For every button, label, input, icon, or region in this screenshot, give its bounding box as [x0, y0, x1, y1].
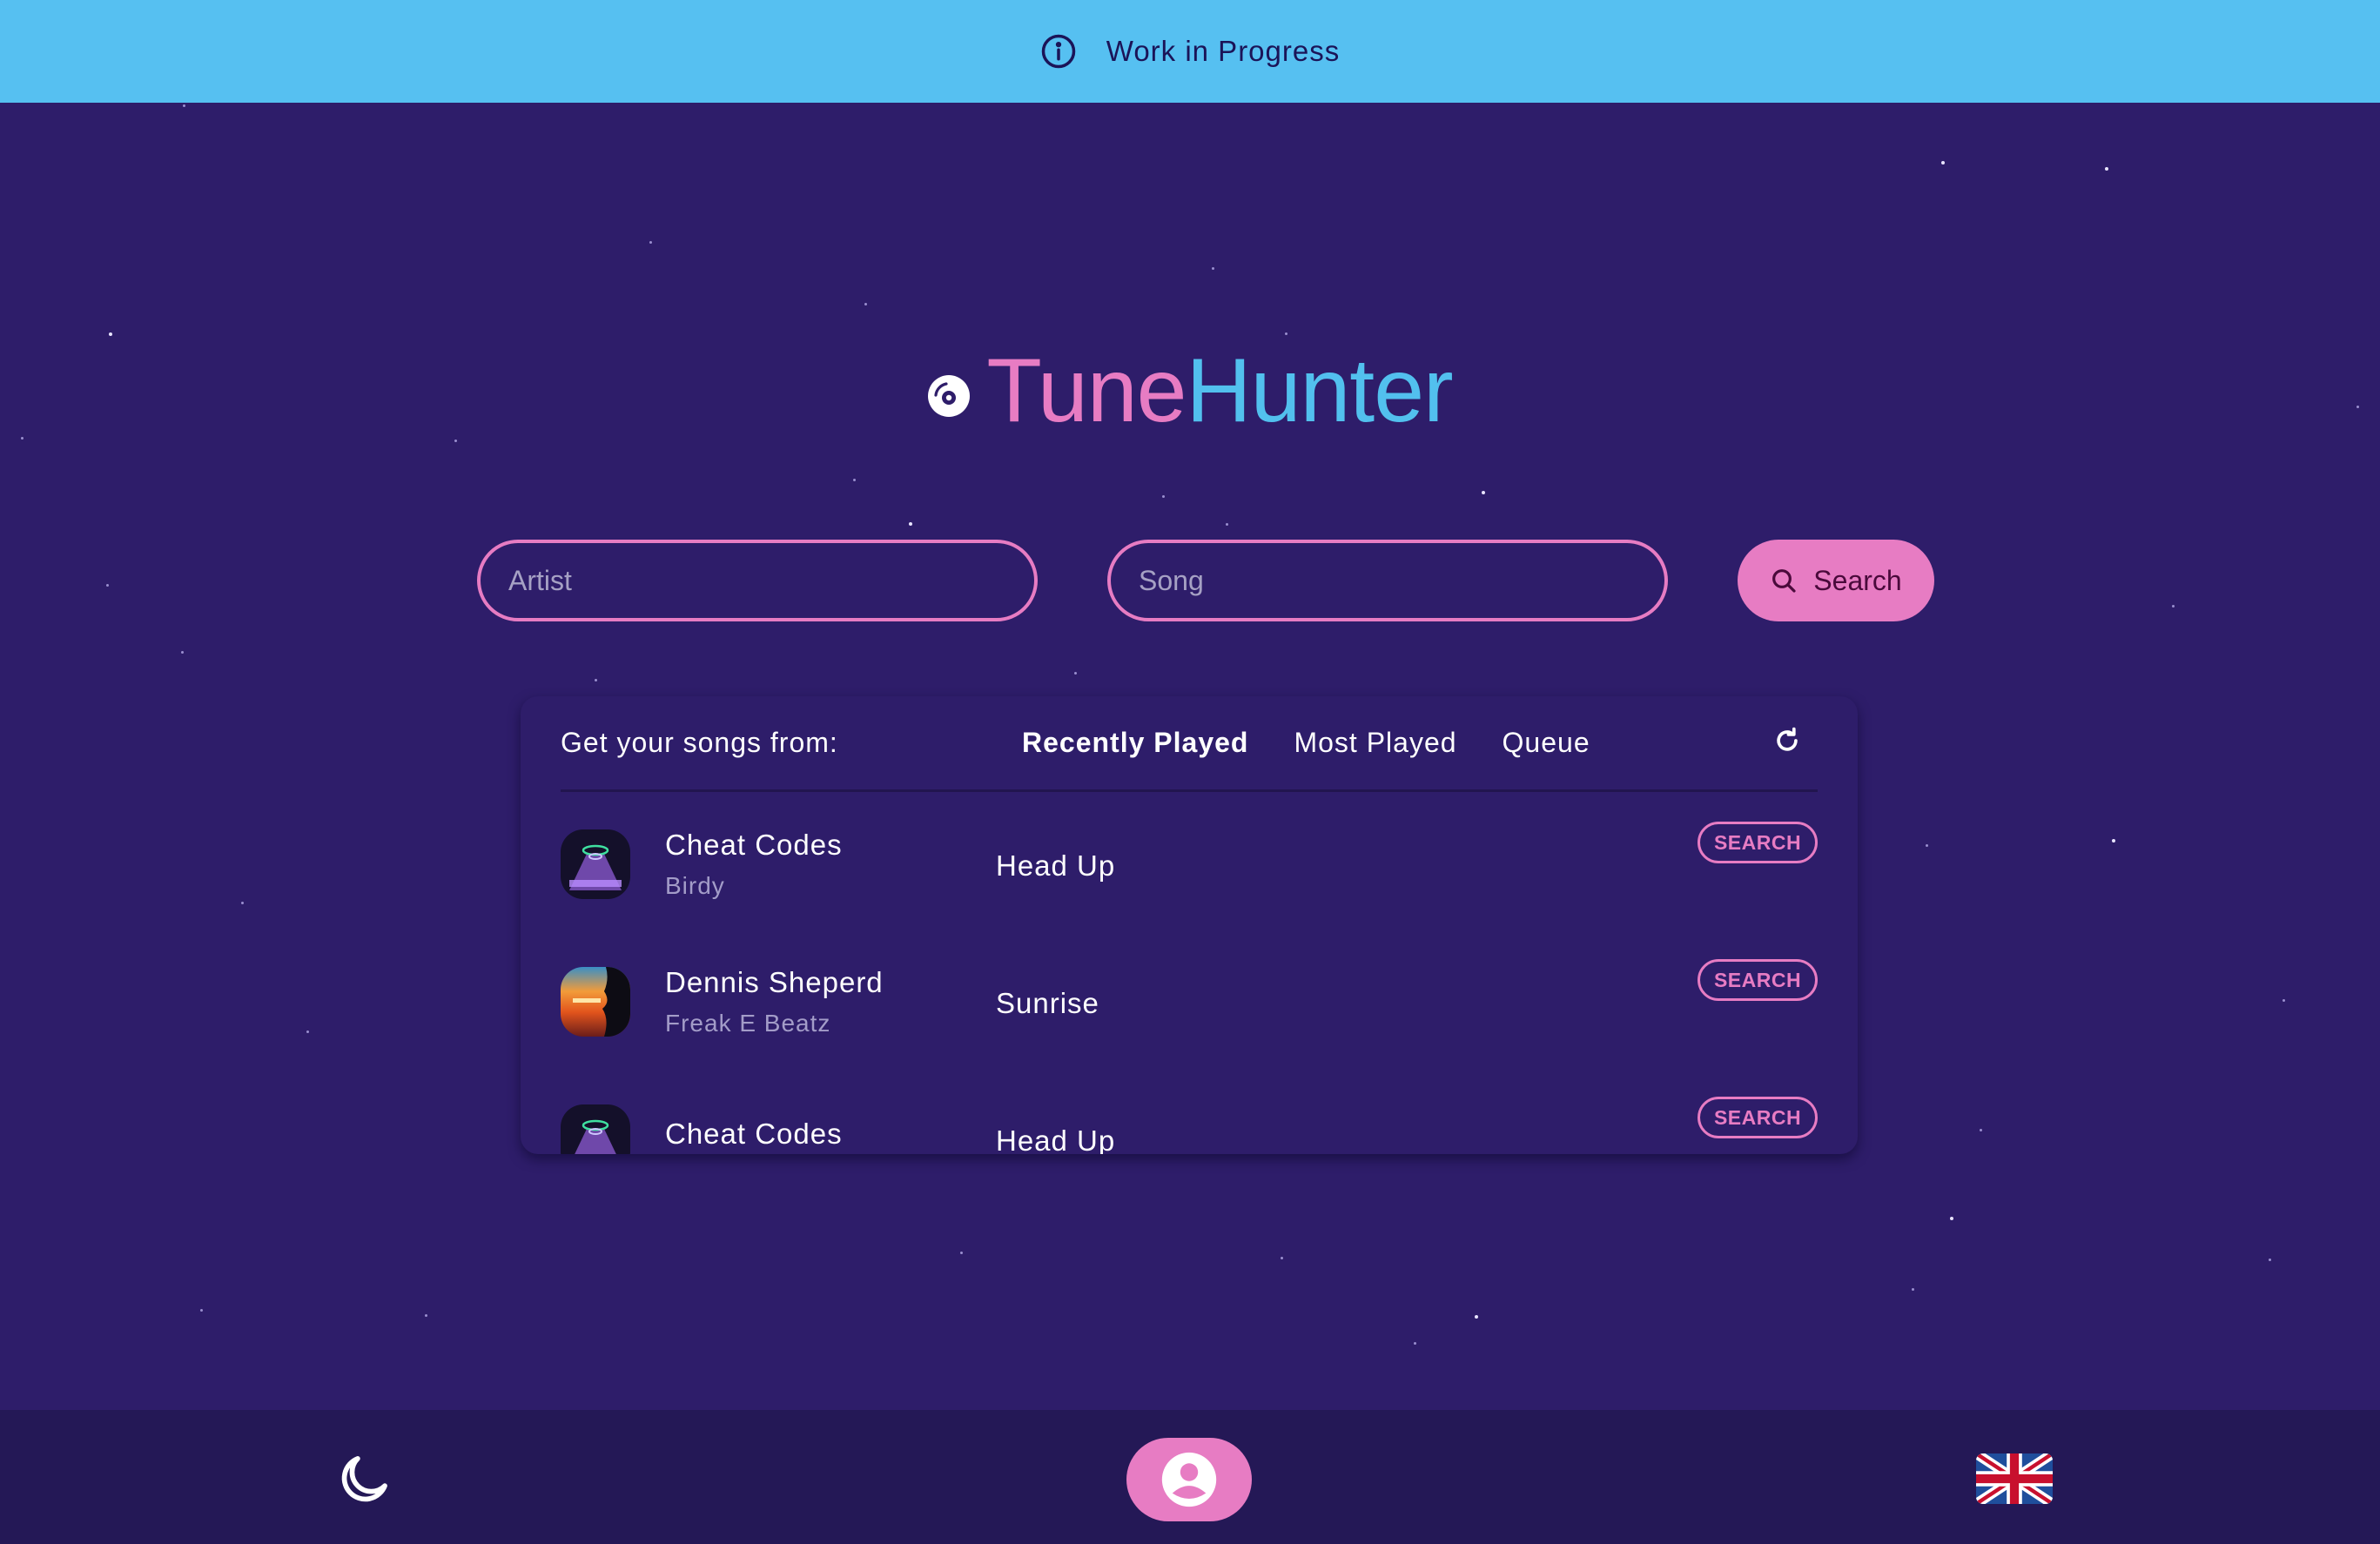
star — [595, 679, 597, 681]
star — [183, 104, 185, 107]
search-button-label: Search — [1813, 564, 1902, 596]
star — [1162, 495, 1165, 498]
moon-icon[interactable] — [334, 1450, 393, 1509]
tab-queue[interactable]: Queue — [1503, 727, 1590, 759]
star — [106, 584, 109, 587]
user-icon — [1161, 1452, 1217, 1507]
star — [306, 1030, 309, 1033]
star — [1226, 523, 1228, 526]
star — [241, 902, 244, 904]
star — [864, 303, 867, 305]
app-title-hunter: Hunter — [1186, 340, 1454, 441]
artist-input[interactable] — [477, 540, 1038, 621]
disc-icon — [928, 374, 971, 417]
songs-panel: Get your songs from: Recently Played Mos… — [521, 696, 1858, 1154]
app-title-tune: Tune — [986, 340, 1187, 441]
head-up-cover — [561, 829, 630, 899]
work-in-progress-banner: Work in Progress — [0, 0, 2380, 103]
song-search-button[interactable]: SEARCH — [1698, 959, 1818, 1001]
song-row: Cheat Codes Birdy Head Up SEARCH — [561, 795, 1818, 933]
song-names: Dennis Sheperd Freak E Beatz — [665, 966, 996, 1037]
song-artist: Dennis Sheperd — [665, 966, 884, 998]
app-title: TuneHunter — [986, 339, 1454, 443]
star — [1482, 491, 1485, 494]
song-secondary-artist: Freak E Beatz — [665, 1010, 831, 1037]
star — [200, 1309, 203, 1312]
head-up-cover — [561, 1104, 630, 1154]
song-title: Head Up — [996, 1124, 1116, 1154]
song-search-button[interactable]: SEARCH — [1698, 822, 1818, 863]
refresh-icon[interactable] — [1772, 726, 1802, 755]
sunrise-cover — [561, 967, 630, 1037]
song-names: Cheat Codes — [665, 1118, 996, 1154]
song-names: Cheat Codes Birdy — [665, 829, 996, 900]
star — [909, 522, 912, 526]
star — [1980, 1129, 1982, 1131]
star — [853, 479, 856, 481]
star — [960, 1252, 963, 1254]
info-icon — [1041, 34, 1076, 69]
star — [2105, 167, 2108, 171]
star — [2172, 605, 2175, 608]
app-logo: TuneHunter — [0, 339, 2380, 443]
song-artist: Cheat Codes — [665, 829, 843, 861]
star — [2269, 1259, 2271, 1261]
search-button[interactable]: Search — [1738, 540, 1934, 621]
star — [649, 241, 652, 244]
song-title: Head Up — [996, 849, 1116, 882]
tab-recently-played[interactable]: Recently Played — [1022, 727, 1248, 759]
star — [1281, 1257, 1283, 1259]
star — [425, 1314, 427, 1317]
song-input[interactable] — [1107, 540, 1668, 621]
star — [1475, 1315, 1478, 1319]
star — [1074, 672, 1077, 675]
star — [1950, 1217, 1953, 1220]
star — [2283, 999, 2285, 1002]
star — [1285, 332, 1287, 335]
song-title: Sunrise — [996, 987, 1099, 1019]
profile-button[interactable] — [1126, 1438, 1252, 1521]
song-row: Cheat Codes Head Up SEARCH — [561, 1071, 1818, 1154]
banner-text: Work in Progress — [1106, 35, 1341, 67]
star — [1926, 844, 1928, 847]
star — [2112, 839, 2115, 842]
song-search-button[interactable]: SEARCH — [1698, 1097, 1818, 1138]
song-row: Dennis Sheperd Freak E Beatz Sunrise SEA… — [561, 933, 1818, 1071]
tab-most-played[interactable]: Most Played — [1294, 727, 1456, 759]
star — [1912, 1288, 1914, 1291]
song-secondary-artist: Birdy — [665, 872, 725, 899]
star — [181, 651, 184, 654]
uk-flag-icon[interactable] — [1976, 1453, 2053, 1504]
star — [109, 332, 112, 336]
source-label: Get your songs from: — [561, 727, 838, 758]
search-icon — [1772, 569, 1796, 593]
star — [1414, 1342, 1416, 1345]
song-artist: Cheat Codes — [665, 1118, 843, 1150]
star — [1941, 161, 1945, 164]
source-tabs: Get your songs from: Recently Played Mos… — [561, 696, 1818, 792]
star — [1212, 267, 1214, 270]
